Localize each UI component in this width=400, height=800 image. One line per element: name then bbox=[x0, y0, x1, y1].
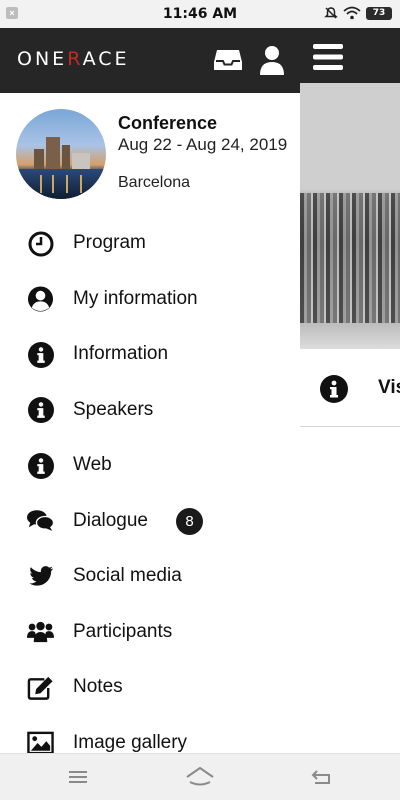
menu-item-label: Web bbox=[73, 454, 112, 475]
status-icons: 73 bbox=[324, 6, 392, 20]
notification-icon: × bbox=[6, 7, 18, 19]
conference-dates: Aug 22 - Aug 24, 2019 bbox=[118, 135, 288, 154]
conference-header[interactable]: Conference Aug 22 - Aug 24, 2019 Barcelo… bbox=[16, 109, 300, 201]
menu-item-web[interactable]: Web bbox=[0, 438, 300, 494]
battery-icon: 73 bbox=[366, 6, 392, 20]
background-event-photo bbox=[300, 83, 400, 349]
user-circle-icon bbox=[27, 286, 54, 313]
app-screen: × 11:46 AM 73 ONERACE Vi Conference Aug … bbox=[0, 0, 400, 800]
image-icon bbox=[27, 730, 54, 753]
status-time: 11:46 AM bbox=[162, 6, 238, 22]
menu-item-label: Image gallery bbox=[73, 731, 188, 753]
user-profile-icon[interactable] bbox=[255, 43, 289, 77]
home-icon[interactable] bbox=[180, 764, 220, 790]
dialogue-count-badge: 8 bbox=[176, 507, 203, 535]
conference-title: Conference bbox=[118, 113, 218, 133]
info-icon bbox=[27, 397, 54, 424]
menu-item-speakers[interactable]: Speakers bbox=[0, 383, 300, 439]
menu-item-label: Program bbox=[73, 232, 146, 253]
menu-item-participants[interactable]: Participants bbox=[0, 605, 300, 661]
conference-avatar bbox=[16, 109, 106, 199]
system-nav-bar bbox=[0, 753, 400, 800]
conference-city: Barcelona bbox=[118, 174, 191, 191]
menu-item-notes[interactable]: Notes bbox=[0, 660, 300, 716]
menu-item-label: Social media bbox=[73, 565, 182, 586]
menu-item-my-information[interactable]: My information bbox=[0, 272, 300, 328]
twitter-icon bbox=[27, 563, 54, 590]
info-icon bbox=[27, 452, 54, 479]
wifi-icon bbox=[343, 6, 361, 20]
inbox-icon[interactable] bbox=[211, 43, 245, 77]
menu-item-label: Speakers bbox=[73, 398, 154, 420]
back-icon[interactable] bbox=[302, 764, 342, 790]
menu-item-label: Dialogue bbox=[73, 509, 148, 531]
menu-item-image-gallery[interactable]: Image gallery bbox=[0, 716, 300, 753]
menu-item-label: Participants bbox=[73, 620, 173, 642]
menu-item-label: Information bbox=[73, 343, 169, 364]
clock-icon bbox=[27, 230, 54, 257]
mute-icon bbox=[324, 7, 338, 19]
info-icon bbox=[27, 341, 54, 368]
menu-item-label: My information bbox=[73, 287, 198, 309]
menu-item-label: Notes bbox=[73, 676, 123, 697]
menu-item-program[interactable]: Program bbox=[0, 216, 300, 272]
background-page: Vis bbox=[300, 83, 400, 753]
menu-item-social-media[interactable]: Social media bbox=[0, 549, 300, 605]
hamburger-menu-icon[interactable] bbox=[311, 40, 345, 74]
chat-bubbles-icon bbox=[27, 508, 54, 535]
navigation-drawer: Conference Aug 22 - Aug 24, 2019 Barcelo… bbox=[0, 93, 300, 753]
users-icon bbox=[27, 619, 54, 646]
menu-item-information[interactable]: Information bbox=[0, 327, 300, 383]
edit-icon bbox=[27, 674, 54, 701]
app-logo: ONERACE bbox=[17, 48, 130, 70]
recent-apps-icon[interactable] bbox=[58, 764, 98, 790]
background-list-row[interactable]: Vis bbox=[300, 349, 400, 427]
background-row-label: Vis bbox=[378, 377, 400, 398]
menu-item-dialogue[interactable]: Dialogue 8 bbox=[0, 494, 300, 550]
status-bar: × 11:46 AM 73 bbox=[0, 0, 400, 28]
info-icon bbox=[320, 375, 348, 408]
drawer-menu: Program My information Information Speak… bbox=[0, 216, 300, 753]
